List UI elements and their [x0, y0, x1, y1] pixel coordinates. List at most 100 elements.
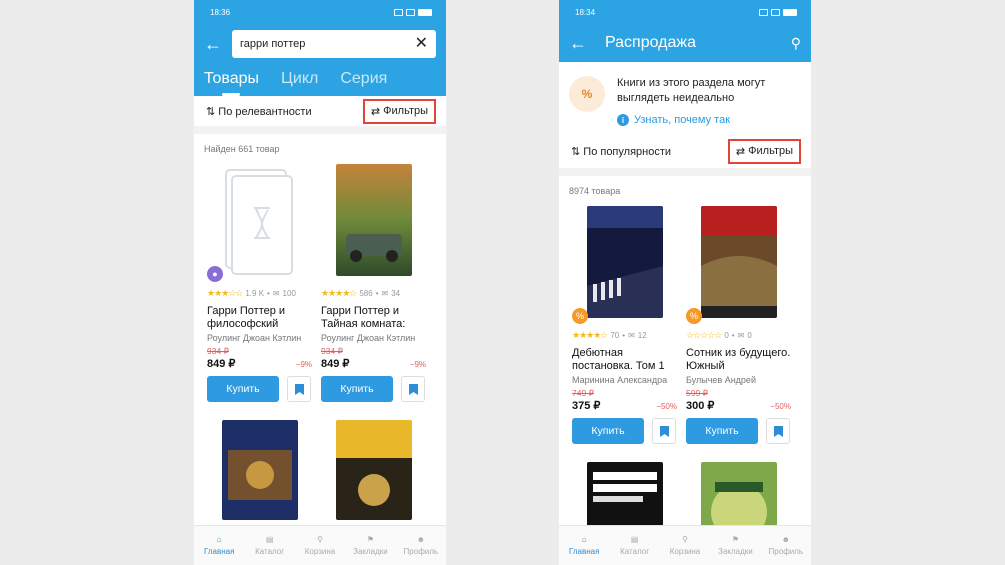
- product-grid: ● ★★★☆☆ 1.9 K • ✉ 100 Гарри Поттер и фил…: [194, 164, 446, 402]
- bookmark-icon: [294, 383, 304, 395]
- book-cover-image: [700, 206, 777, 318]
- buy-button[interactable]: Купить: [321, 376, 393, 402]
- price: 849 ₽: [207, 358, 236, 370]
- profile-icon: ☻: [416, 535, 426, 544]
- catalog-icon: ▤: [630, 535, 639, 544]
- old-price: 934 ₽: [321, 346, 343, 356]
- sort-filter-bar: ⇅ По релевантности ⇄ Фильтры: [194, 96, 446, 126]
- book-cover-image[interactable]: [221, 420, 298, 520]
- old-price: 749 ₽: [572, 388, 594, 398]
- why-link[interactable]: i Узнать, почему так: [617, 114, 801, 126]
- nav-home[interactable]: ⌂ Главная: [559, 526, 609, 565]
- search-icon[interactable]: ⚲: [791, 35, 801, 52]
- battery-icon: [783, 8, 797, 16]
- app-bar: ← Распродажа ⚲: [559, 24, 811, 62]
- book-title[interactable]: Гарри Поттер и философский: [207, 305, 312, 331]
- rating: ★★★★☆ 586 • ✉ 34: [321, 288, 401, 298]
- comment-icon: ✉: [737, 331, 745, 340]
- nav-catalog[interactable]: ▤ Каталог: [609, 526, 659, 565]
- price: 849 ₽: [321, 358, 350, 370]
- product-grid-next-row: [194, 420, 446, 520]
- product-grid: % ★★★★☆ 70 • ✉ 12 Дебютная постановка. Т…: [559, 206, 811, 444]
- discount: −50%: [770, 402, 791, 411]
- back-arrow-icon[interactable]: ←: [204, 35, 230, 53]
- percent-icon: %: [569, 76, 605, 112]
- product-card[interactable]: % ★★★★☆ 70 • ✉ 12 Дебютная постановка. Т…: [572, 206, 677, 444]
- tab-cycle[interactable]: Цикл: [281, 70, 318, 96]
- buy-button[interactable]: Купить: [207, 376, 279, 402]
- catalog-icon: ▤: [265, 535, 274, 544]
- profile-icon: ☻: [781, 535, 791, 544]
- product-card[interactable]: % ☆☆☆☆☆ 0 • ✉ 0 Сотник из будущего. Южны…: [686, 206, 791, 444]
- stars-icon: ★★★★☆: [321, 288, 357, 298]
- comment-icon: ✉: [628, 331, 635, 340]
- battery-icon: [418, 8, 432, 16]
- book-cover-image[interactable]: [335, 420, 412, 520]
- sort-filter-bar: ⇅ По популярности ⇄ Фильтры: [559, 134, 811, 168]
- home-icon: ⌂: [581, 535, 587, 544]
- nav-profile[interactable]: ☻ Профиль: [761, 526, 811, 565]
- bookmark-button[interactable]: [287, 376, 311, 402]
- rating: ★★★☆☆ 1.9 K • ✉ 100: [207, 288, 296, 298]
- book-cover-image: [335, 164, 412, 276]
- nav-cart[interactable]: ⚲ Корзина: [295, 526, 345, 565]
- page-title: Распродажа: [605, 34, 696, 51]
- book-title[interactable]: Сотник из будущего. Южный: [686, 347, 791, 373]
- app-bar: ← гарри поттер ✕ Товары Цикл Серия: [194, 24, 446, 96]
- comment-icon: ✉: [272, 289, 280, 298]
- buy-button[interactable]: Купить: [686, 418, 758, 444]
- home-icon: ⌂: [216, 535, 222, 544]
- stars-icon: ☆☆☆☆☆: [686, 330, 722, 340]
- bottom-nav: ⌂ Главная ▤ Каталог ⚲ Корзина ⚑ Закладки ☻ Пр…: [559, 525, 811, 565]
- book-title[interactable]: Гарри Поттер и Тайная комната:: [321, 305, 426, 331]
- wifi-icon: [771, 8, 780, 16]
- sort-button[interactable]: ⇅ По релевантности: [206, 105, 312, 118]
- bookmark-icon: [659, 425, 669, 437]
- book-title[interactable]: Дебютная постановка. Том 1: [572, 347, 677, 373]
- filter-icon: ⇄: [735, 145, 746, 158]
- old-price: 934 ₽: [207, 346, 229, 356]
- back-arrow-icon[interactable]: ←: [569, 34, 595, 52]
- old-price: 599 ₽: [686, 388, 708, 398]
- product-card[interactable]: ★★★★☆ 586 • ✉ 34 Гарри Поттер и Тайная к…: [321, 164, 426, 402]
- nav-catalog[interactable]: ▤ Каталог: [244, 526, 294, 565]
- bookmark-icon: [773, 425, 783, 437]
- search-input[interactable]: гарри поттер ✕: [232, 30, 436, 58]
- sort-button[interactable]: ⇅ По популярности: [571, 145, 671, 158]
- buy-button[interactable]: Купить: [572, 418, 644, 444]
- bookmarks-icon: ⚑: [366, 535, 374, 544]
- results-count: 8974 товара: [569, 186, 621, 196]
- book-author: Маринина Александра: [572, 375, 668, 385]
- filter-button[interactable]: ⇄ Фильтры: [362, 98, 436, 124]
- stars-icon: ★★★☆☆: [207, 288, 243, 298]
- bookmark-button[interactable]: [401, 376, 425, 402]
- nav-bookmarks[interactable]: ⚑ Закладки: [345, 526, 395, 565]
- nav-bookmarks[interactable]: ⚑ Закладки: [710, 526, 760, 565]
- tab-series[interactable]: Серия: [340, 70, 387, 96]
- status-time: 18:36: [210, 7, 231, 17]
- discount: −9%: [409, 360, 426, 369]
- filter-button[interactable]: ⇄ Фильтры: [727, 138, 801, 164]
- cart-icon: ⚲: [682, 535, 688, 544]
- fire-badge-icon: ●: [207, 266, 223, 282]
- search-results-screen: 18:36 ← гарри поттер ✕ Товары Цикл Серия…: [194, 0, 446, 565]
- status-bar: 18:34: [559, 0, 811, 24]
- status-time: 18:34: [575, 7, 596, 17]
- wifi-icon: [406, 8, 415, 16]
- bookmark-button[interactable]: [652, 418, 676, 444]
- bottom-nav: ⌂ Главная ▤ Каталог ⚲ Корзина ⚑ Закладки ☻ Пр…: [194, 525, 446, 565]
- signal-icon: [394, 8, 403, 16]
- nav-cart[interactable]: ⚲ Корзина: [660, 526, 710, 565]
- rating: ★★★★☆ 70 • ✉ 12: [572, 330, 647, 340]
- tab-products[interactable]: Товары: [204, 70, 259, 96]
- tabs: Товары Цикл Серия: [194, 64, 446, 96]
- book-author: Роулинг Джоан Кэтлин: [207, 333, 302, 343]
- price: 375 ₽: [572, 400, 601, 412]
- clear-search-icon[interactable]: ✕: [415, 36, 428, 52]
- price: 300 ₽: [686, 400, 715, 412]
- nav-home[interactable]: ⌂ Главная: [194, 526, 244, 565]
- nav-profile[interactable]: ☻ Профиль: [396, 526, 446, 565]
- product-card[interactable]: ● ★★★☆☆ 1.9 K • ✉ 100 Гарри Поттер и фил…: [207, 164, 312, 402]
- stars-icon: ★★★★☆: [572, 330, 608, 340]
- bookmark-button[interactable]: [766, 418, 790, 444]
